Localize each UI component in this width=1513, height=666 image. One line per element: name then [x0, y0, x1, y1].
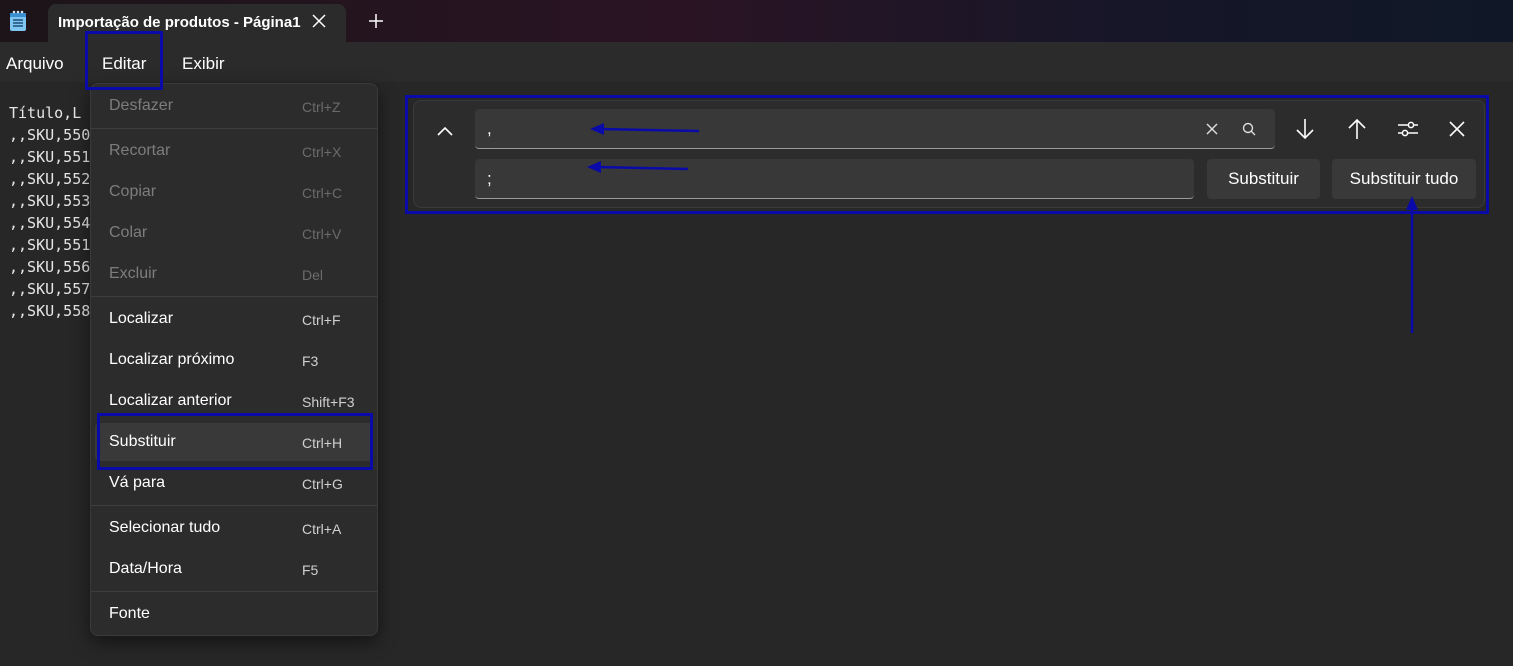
menu-item-shortcut: F3 — [302, 353, 319, 369]
find-input-value: , — [487, 119, 492, 138]
menu-item-localizar-proximo[interactable]: Localizar próximo F3 — [95, 341, 373, 379]
editor-line: ,,SKU,558 — [9, 302, 91, 320]
options-icon[interactable] — [1394, 115, 1422, 143]
menu-item-label: Selecionar tudo — [109, 519, 221, 536]
menu-item-shortcut: Shift+F3 — [302, 394, 355, 410]
clear-icon[interactable] — [1203, 120, 1221, 138]
menu-item-desfazer[interactable]: Desfazer Ctrl+Z — [95, 87, 373, 125]
find-replace-panel: , ; Substituir Substituir tudo — [413, 100, 1485, 208]
menu-item-shortcut: Ctrl+F — [302, 312, 341, 328]
menu-separator — [91, 128, 377, 129]
menu-arquivo[interactable]: Arquivo — [6, 54, 64, 74]
menu-item-selecionar-tudo[interactable]: Selecionar tudo Ctrl+A — [95, 509, 373, 547]
menu-item-excluir[interactable]: Excluir Del — [95, 255, 373, 293]
menu-item-recortar[interactable]: Recortar Ctrl+X — [95, 132, 373, 170]
menu-item-label: Substituir — [109, 433, 176, 450]
menu-item-label: Copiar — [109, 183, 157, 200]
menu-item-shortcut: Ctrl+V — [302, 226, 342, 242]
chevron-up-icon[interactable] — [430, 117, 460, 145]
replace-input-value: ; — [487, 169, 492, 188]
close-icon[interactable] — [1443, 115, 1471, 143]
menu-item-label: Data/Hora — [109, 560, 182, 577]
arrow-down-icon[interactable] — [1291, 115, 1319, 143]
editor-line: Título,L — [9, 104, 82, 122]
menu-separator — [91, 591, 377, 592]
menu-item-colar[interactable]: Colar Ctrl+V — [95, 214, 373, 252]
menu-item-shortcut: Del — [302, 267, 324, 283]
arrow-up-icon[interactable] — [1343, 115, 1371, 143]
menu-item-localizar[interactable]: Localizar Ctrl+F — [95, 300, 373, 338]
search-icon[interactable] — [1240, 120, 1258, 138]
new-tab-icon[interactable] — [366, 11, 386, 31]
tab-title: Importação de produtos - Página1 — [58, 14, 301, 31]
menu-item-fonte[interactable]: Fonte — [95, 595, 373, 633]
menu-item-shortcut: Ctrl+H — [302, 435, 343, 451]
menu-separator — [91, 505, 377, 506]
editor-line: ,,SKU,554 — [9, 214, 91, 232]
menu-item-data-hora[interactable]: Data/Hora F5 — [95, 550, 373, 588]
replace-button[interactable]: Substituir — [1207, 159, 1320, 199]
menu-item-label: Localizar próximo — [109, 351, 235, 368]
editor-line: ,,SKU,551 — [9, 148, 91, 166]
menu-item-shortcut: Ctrl+Z — [302, 99, 341, 115]
menu-item-shortcut: Ctrl+A — [302, 521, 342, 537]
menu-separator — [91, 296, 377, 297]
editor-line: ,,SKU,557 — [9, 280, 91, 298]
menu-item-label: Fonte — [109, 605, 150, 622]
menu-editar[interactable]: Editar — [102, 54, 146, 74]
replace-input[interactable]: ; — [475, 159, 1194, 199]
menu-item-label: Desfazer — [109, 97, 174, 114]
title-bar: Importação de produtos - Página1 — [0, 0, 1513, 42]
notepad-icon — [10, 10, 26, 31]
menu-item-label: Localizar anterior — [109, 392, 232, 409]
document-tab[interactable]: Importação de produtos - Página1 — [48, 4, 346, 42]
close-tab-icon[interactable] — [310, 10, 328, 32]
editor-line: ,,SKU,556 — [9, 258, 91, 276]
menu-item-label: Excluir — [109, 265, 158, 282]
menu-item-copiar[interactable]: Copiar Ctrl+C — [95, 173, 373, 211]
editor-line: ,,SKU,551 — [9, 236, 91, 254]
find-input[interactable]: , — [475, 109, 1275, 149]
menu-item-shortcut: F5 — [302, 562, 319, 578]
menu-item-shortcut: Ctrl+X — [302, 144, 342, 160]
menu-exibir[interactable]: Exibir — [182, 54, 225, 74]
replace-all-button[interactable]: Substituir tudo — [1332, 159, 1476, 199]
edit-menu-dropdown: Desfazer Ctrl+Z Recortar Ctrl+X Copiar C… — [90, 83, 378, 636]
menu-item-label: Vá para — [109, 474, 166, 491]
menu-item-shortcut: Ctrl+G — [302, 476, 343, 492]
editor-line: ,,SKU,553 — [9, 192, 91, 210]
editor-line: ,,SKU,552 — [9, 170, 91, 188]
menu-item-localizar-anterior[interactable]: Localizar anterior Shift+F3 — [95, 382, 373, 420]
menu-bar: Arquivo Editar Exibir — [0, 42, 1513, 82]
menu-item-substituir[interactable]: Substituir Ctrl+H — [95, 423, 373, 461]
menu-item-shortcut: Ctrl+C — [302, 185, 343, 201]
editor-line: ,,SKU,550 — [9, 126, 91, 144]
menu-item-label: Recortar — [109, 142, 171, 159]
menu-item-label: Colar — [109, 224, 148, 241]
menu-item-label: Localizar — [109, 310, 174, 327]
menu-item-va-para[interactable]: Vá para Ctrl+G — [95, 464, 373, 502]
